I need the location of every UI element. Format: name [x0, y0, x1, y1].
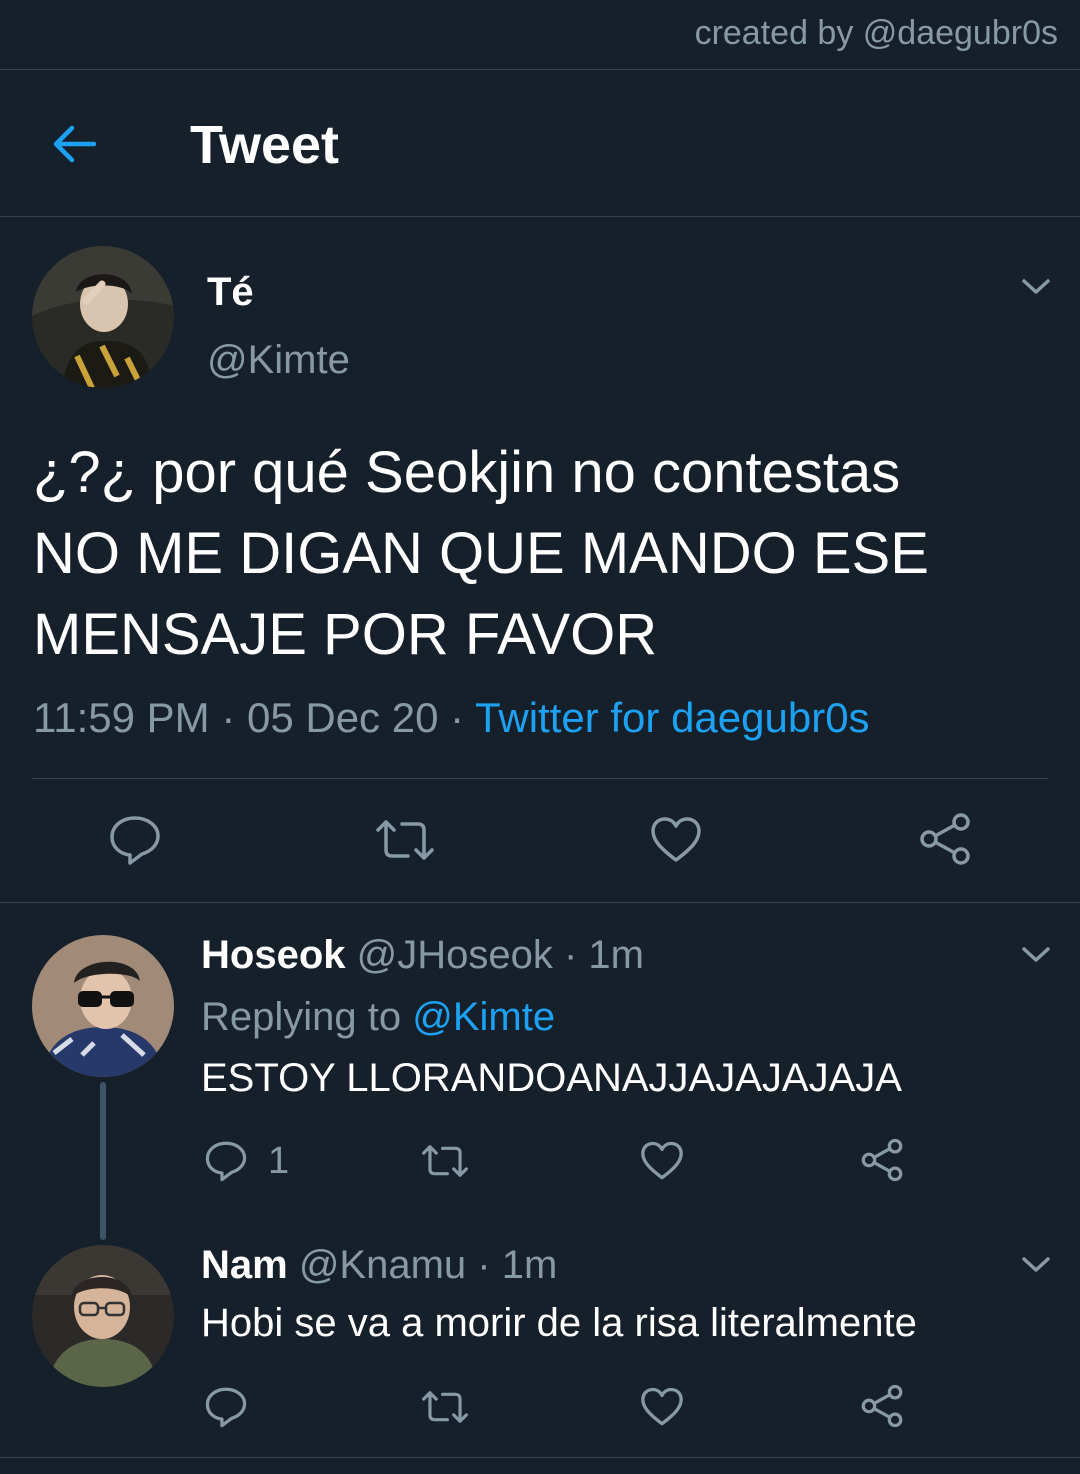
- arrow-left-icon[interactable]: [48, 120, 100, 168]
- chevron-down-icon[interactable]: [1018, 936, 1054, 972]
- author-name[interactable]: Nam: [201, 1243, 288, 1287]
- avatar[interactable]: [32, 935, 174, 1077]
- reply-count: 1: [268, 1140, 290, 1182]
- reply-header: Hoseok @JHoseok · 1m: [201, 933, 644, 978]
- thread-line: [100, 1082, 106, 1240]
- retweet-button[interactable]: [420, 1142, 470, 1180]
- separator: ·: [438, 694, 476, 741]
- avatar[interactable]: [32, 246, 174, 388]
- retweet-button[interactable]: [374, 816, 436, 864]
- retweet-button[interactable]: [420, 1388, 470, 1426]
- replying-to: Replying to @Kimte: [201, 995, 555, 1040]
- reply-text: ESTOY LLORANDOANAJJAJAJAJAJA: [201, 1056, 902, 1100]
- chevron-down-icon[interactable]: [1018, 1246, 1054, 1282]
- chevron-down-icon[interactable]: [1018, 268, 1054, 304]
- tweet-line: NO ME DIGAN QUE MANDO ESE: [33, 521, 929, 586]
- reply-icon: [205, 1141, 247, 1182]
- separator: ·: [209, 694, 247, 741]
- divider: [0, 1457, 1080, 1458]
- retweet-icon: [422, 1145, 468, 1177]
- tweet-time: 11:59 PM: [33, 694, 210, 741]
- heart-icon: [641, 1387, 683, 1426]
- tweet-source-link[interactable]: Twitter for daegubr0s: [475, 694, 870, 741]
- page-title: Tweet: [190, 115, 340, 175]
- separator: ·: [552, 933, 589, 977]
- tweet-text: ¿?¿ por qué Seokjin no contestas NO ME D…: [33, 432, 1053, 675]
- like-button[interactable]: [640, 1387, 684, 1427]
- share-button[interactable]: [918, 812, 972, 866]
- reply-button[interactable]: [108, 814, 162, 866]
- watermark: created by @daegubr0s: [694, 14, 1058, 52]
- mention-link[interactable]: @Kimte: [412, 995, 555, 1039]
- reply-time[interactable]: 1m: [502, 1243, 558, 1287]
- author-handle[interactable]: @Knamu: [299, 1243, 466, 1287]
- author-name[interactable]: Té: [207, 270, 254, 315]
- avatar[interactable]: [32, 1245, 174, 1387]
- reply-text: Hobi se va a morir de la risa literalmen…: [201, 1301, 917, 1345]
- share-icon: [920, 813, 970, 865]
- divider: [32, 778, 1048, 779]
- reply-button[interactable]: [204, 1140, 248, 1182]
- like-button[interactable]: [650, 816, 702, 864]
- divider: [0, 902, 1080, 903]
- tweet-line: ¿?¿ por qué Seokjin no contestas: [33, 440, 901, 505]
- like-button[interactable]: [640, 1141, 684, 1181]
- tweet-meta: 11:59 PM · 05 Dec 20 · Twitter for daegu…: [33, 694, 870, 742]
- heart-icon: [651, 817, 701, 862]
- author-handle[interactable]: @Kimte: [207, 338, 350, 383]
- separator: ·: [466, 1243, 502, 1287]
- replying-to-label: Replying to: [201, 995, 413, 1039]
- heart-icon: [641, 1141, 683, 1180]
- header-bar: Tweet: [0, 70, 1080, 217]
- share-icon: [861, 1384, 903, 1428]
- share-icon: [861, 1138, 903, 1182]
- reply-button[interactable]: [204, 1386, 248, 1428]
- author-handle[interactable]: @JHoseok: [357, 933, 553, 977]
- reply-icon: [110, 816, 160, 865]
- reply-icon: [205, 1387, 247, 1428]
- reply-time[interactable]: 1m: [588, 933, 644, 977]
- share-button[interactable]: [860, 1138, 904, 1182]
- tweet-line: MENSAJE POR FAVOR: [33, 602, 658, 667]
- retweet-icon: [376, 820, 434, 860]
- share-button[interactable]: [860, 1384, 904, 1428]
- reply-header: Nam @Knamu · 1m: [201, 1243, 557, 1288]
- tweet-date: 05 Dec 20: [246, 694, 439, 741]
- author-name[interactable]: Hoseok: [201, 933, 346, 977]
- retweet-icon: [422, 1391, 468, 1423]
